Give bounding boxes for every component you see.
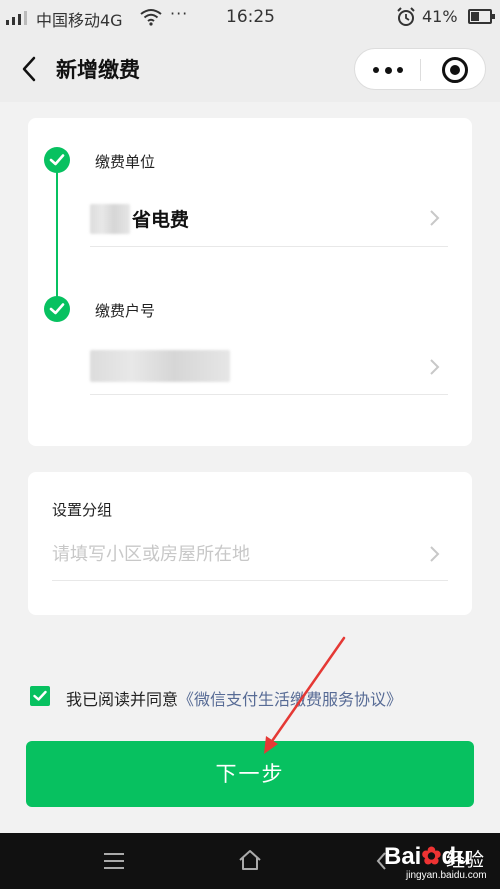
watermark-cn-text: 经验 bbox=[446, 849, 485, 871]
unit-value: 省电费 bbox=[132, 209, 190, 231]
row-divider bbox=[90, 246, 448, 247]
unit-label: 缴费单位 bbox=[95, 153, 156, 171]
agreement-checkbox[interactable] bbox=[30, 686, 50, 706]
battery-icon bbox=[468, 9, 495, 24]
unit-row[interactable]: 省电费 bbox=[90, 190, 448, 246]
miniprogram-close-icon[interactable] bbox=[442, 57, 468, 83]
step-connector-line bbox=[56, 172, 58, 298]
alarm-icon bbox=[397, 7, 415, 26]
group-card: 设置分组 请填写小区或房屋所在地 bbox=[28, 472, 472, 615]
agreement-link[interactable]: 《微信支付生活缴费服务协议》 bbox=[178, 690, 402, 709]
notification-dots: ··· bbox=[170, 4, 189, 23]
more-dots-icon[interactable] bbox=[373, 66, 403, 74]
back-chevron-icon[interactable] bbox=[16, 54, 46, 84]
check-circle-icon bbox=[44, 296, 70, 322]
account-label: 缴费户号 bbox=[95, 302, 156, 320]
watermark-url: jingyan.baidu.com bbox=[406, 870, 487, 881]
group-placeholder: 请填写小区或房屋所在地 bbox=[52, 544, 250, 565]
row-divider bbox=[90, 394, 448, 395]
page-title: 新增缴费 bbox=[56, 58, 140, 82]
next-step-button[interactable]: 下一步 bbox=[26, 741, 474, 807]
chevron-right-icon bbox=[430, 359, 440, 375]
chevron-right-icon bbox=[430, 210, 440, 226]
miniprogram-capsule bbox=[354, 48, 486, 90]
signal-strength-icon bbox=[6, 11, 27, 25]
menu-icon[interactable] bbox=[104, 853, 124, 869]
payment-info-card: 缴费单位 省电费 缴费户号 bbox=[28, 118, 472, 446]
chevron-right-icon bbox=[430, 546, 440, 562]
wifi-icon bbox=[140, 9, 162, 26]
group-label: 设置分组 bbox=[52, 501, 113, 519]
capsule-divider bbox=[420, 59, 421, 81]
redacted-region bbox=[90, 350, 230, 382]
check-circle-icon bbox=[44, 147, 70, 173]
status-time: 16:25 bbox=[226, 7, 275, 27]
group-input[interactable]: 请填写小区或房屋所在地 bbox=[52, 534, 448, 580]
home-icon[interactable] bbox=[238, 849, 262, 871]
agreement-label: 我已阅读并同意 bbox=[66, 690, 179, 709]
nav-bar: 新增缴费 bbox=[0, 34, 500, 102]
carrier-label: 中国移动4G bbox=[36, 11, 123, 30]
status-bar: 中国移动4G ··· 16:25 41% bbox=[0, 0, 500, 34]
row-divider bbox=[52, 580, 448, 581]
agreement-text: 我已阅读并同意《微信支付生活缴费服务协议》 bbox=[66, 686, 402, 710]
account-row[interactable] bbox=[90, 338, 448, 394]
redacted-region bbox=[90, 204, 130, 234]
battery-percent: 41% bbox=[422, 7, 458, 26]
